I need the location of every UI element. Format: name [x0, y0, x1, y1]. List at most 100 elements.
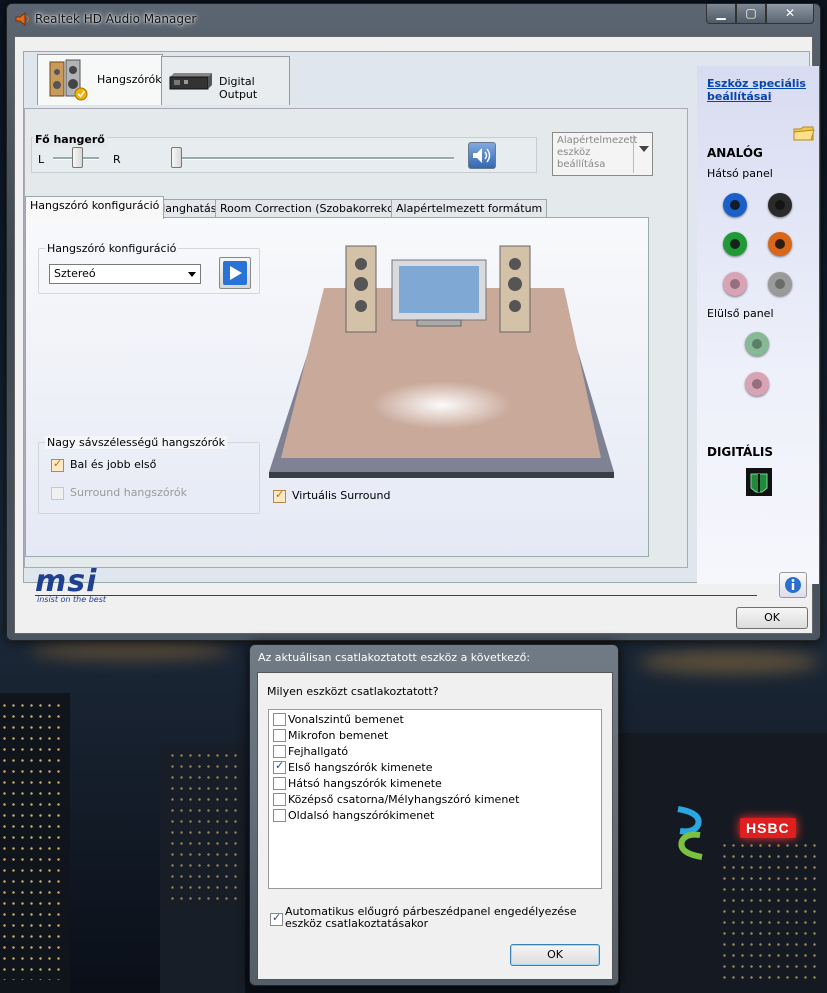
volume-slider[interactable] — [171, 147, 182, 168]
mute-button[interactable] — [468, 142, 496, 169]
main-area: Hangszórók Digital Output Fő hangerő L R — [23, 51, 819, 584]
option-checkbox[interactable] — [273, 744, 286, 758]
rear-jack-blue[interactable] — [723, 193, 747, 217]
digital-heading: DIGITÁLIS — [707, 445, 774, 459]
title-bar[interactable]: Realtek HD Audio Manager ▁ ▢ ✕ — [7, 4, 820, 34]
speaker-config-select[interactable]: Sztereó — [49, 264, 201, 284]
volume-group — [31, 137, 537, 173]
main-ok-button[interactable]: OK — [736, 607, 808, 629]
speakers-icon — [49, 59, 88, 101]
dialog-title: Az aktuálisan csatlakoztatott eszköz a k… — [258, 651, 531, 664]
front-jack-pink[interactable] — [745, 372, 769, 396]
front-lr-label: Bal és jobb első — [70, 458, 157, 471]
info-button[interactable] — [779, 572, 807, 598]
speaker-config-panel: Hangszóró konfiguráció Sztereó Nagy sávs… — [25, 217, 649, 557]
window-title: Realtek HD Audio Manager — [35, 12, 197, 26]
rear-jack-black[interactable] — [768, 193, 792, 217]
minimize-button[interactable]: ▁ — [706, 4, 736, 24]
tab-speaker-config[interactable]: Hangszóró konfiguráció — [25, 196, 165, 219]
default-device-button[interactable]: Alapértelmezett eszköz beállítása — [552, 132, 653, 176]
digital-device-icon — [169, 73, 212, 90]
balance-slider[interactable] — [72, 147, 83, 168]
rear-jack-gray[interactable] — [768, 272, 792, 296]
info-icon — [785, 577, 801, 593]
list-item[interactable]: Vonalszintű bemenet — [273, 712, 404, 727]
list-item[interactable]: Oldalsó hangszórókimenet — [273, 808, 435, 823]
tab-digital-output[interactable]: Digital Output — [161, 56, 290, 105]
option-label: Középső csatorna/Mélyhangszóró kimenet — [288, 793, 520, 806]
list-item[interactable]: Fejhallgató — [273, 744, 349, 759]
realtek-main-window: Realtek HD Audio Manager ▁ ▢ ✕ Hangszóró… — [6, 3, 821, 641]
speaker-config-value: Sztereó — [54, 267, 96, 280]
list-item[interactable]: Középső csatorna/Mélyhangszóró kimenet — [273, 792, 520, 807]
volume-track — [174, 157, 454, 160]
rear-jack-green[interactable] — [723, 232, 747, 256]
fullrange-group-title: Nagy sávszélességű hangszórók — [45, 436, 227, 449]
speaker-volume-icon — [473, 148, 491, 163]
option-label: Fejhallgató — [288, 745, 349, 758]
bank-logo-icon — [677, 806, 703, 860]
spdif-port-icon[interactable] — [746, 468, 772, 496]
virtual-surround-checkbox[interactable] — [273, 488, 286, 503]
speaker-app-icon — [15, 12, 29, 26]
fullrange-group: Nagy sávszélességű hangszórók Bal és job… — [38, 436, 260, 514]
folder-icon[interactable] — [793, 124, 815, 142]
tab-speakers[interactable]: Hangszórók — [37, 54, 163, 105]
play-test-button[interactable] — [219, 257, 251, 289]
dialog-question: Milyen eszközt csatlakoztatott? — [267, 685, 439, 698]
jack-panel: Eszköz speciális beállításai ANALÓG Háts… — [697, 66, 819, 584]
surround-checkbox[interactable] — [51, 487, 64, 500]
dialog-client: Milyen eszközt csatlakoztatott? Vonalszi… — [257, 672, 613, 980]
play-icon — [223, 261, 247, 285]
chevron-down-icon — [188, 272, 196, 277]
hsbc-sign: HSBC — [740, 818, 796, 838]
dropdown-arrow-icon — [639, 146, 649, 152]
option-label: Oldalsó hangszórókimenet — [288, 809, 435, 822]
speakers-panel: Fő hangerő L R Alapértelmezett eszköz be… — [24, 108, 688, 568]
option-checkbox[interactable] — [273, 776, 286, 790]
option-checkbox[interactable] — [273, 792, 286, 806]
tab-digital-output-label: Digital Output — [219, 75, 258, 101]
footer-divider — [35, 595, 757, 596]
option-label: Mikrofon bemenet — [288, 729, 389, 742]
device-type-list: Vonalszintű bemenet Mikrofon bemenet Fej… — [268, 709, 602, 889]
virtual-surround-label: Virtuális Surround — [292, 489, 391, 502]
option-checkbox[interactable] — [273, 712, 286, 726]
msi-logo: msi insist on the best — [35, 564, 106, 605]
analog-heading: ANALÓG — [707, 146, 763, 160]
room-illustration — [269, 245, 614, 478]
close-button[interactable]: ✕ — [766, 4, 814, 24]
advanced-settings-link[interactable]: Eszköz speciális beállításai — [707, 77, 807, 103]
list-item[interactable]: Hátsó hangszórók kimenete — [273, 776, 442, 791]
option-checkbox[interactable] — [273, 728, 286, 742]
front-panel-label: Elülső panel — [707, 307, 774, 320]
tab-room-correction[interactable]: Room Correction (Szobakorrekció) — [215, 199, 413, 218]
option-checkbox[interactable] — [273, 808, 286, 822]
rear-panel-label: Hátsó panel — [707, 167, 773, 180]
surround-label: Surround hangszórók — [70, 486, 187, 499]
maximize-button[interactable]: ▢ — [736, 4, 766, 24]
list-item[interactable]: Mikrofon bemenet — [273, 728, 389, 743]
option-checkbox[interactable] — [273, 759, 286, 774]
front-jack-green[interactable] — [745, 332, 769, 356]
tab-default-format[interactable]: Alapértelmezett formátum — [391, 199, 548, 218]
device-detect-dialog: Az aktuálisan csatlakoztatott eszköz a k… — [249, 644, 619, 986]
window-client: Hangszórók Digital Output Fő hangerő L R — [14, 36, 819, 634]
speaker-config-group: Hangszóró konfiguráció Sztereó — [38, 242, 260, 294]
auto-popup-label: Automatikus előugró párbeszédpanel enged… — [285, 905, 577, 930]
list-item[interactable]: Első hangszórók kimenete — [273, 759, 433, 775]
msi-tagline: insist on the best — [37, 595, 107, 604]
option-label: Első hangszórók kimenete — [288, 761, 433, 774]
rear-jack-pink[interactable] — [723, 272, 747, 296]
auto-popup-checkbox[interactable] — [270, 911, 283, 926]
volume-title: Fő hangerő — [33, 133, 107, 146]
rear-jack-orange[interactable] — [768, 232, 792, 256]
dialog-ok-button[interactable]: OK — [510, 944, 600, 966]
speaker-config-group-title: Hangszóró konfiguráció — [45, 242, 179, 255]
default-device-label: Alapértelmezett eszköz beállítása — [557, 135, 638, 170]
option-label: Hátsó hangszórók kimenete — [288, 777, 442, 790]
option-label: Vonalszintű bemenet — [288, 713, 404, 726]
msi-brand: msi — [35, 564, 98, 599]
balance-left-label: L — [38, 153, 45, 166]
front-lr-checkbox[interactable] — [51, 457, 64, 472]
